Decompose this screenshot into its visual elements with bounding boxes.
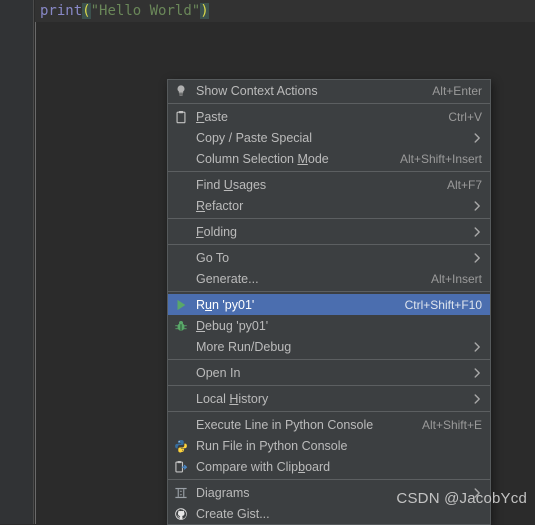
run-play-icon — [168, 294, 194, 315]
menu-separator — [168, 385, 490, 386]
menu-item-label: Debug 'py01' — [196, 318, 269, 333]
code-line[interactable]: print("Hello World") — [40, 1, 209, 21]
menu-item[interactable]: Generate... Alt+Insert — [168, 268, 490, 289]
menu-item-label: Show Context Actions — [196, 83, 318, 98]
menu-item-shortcut: Alt+Shift+Insert — [399, 151, 482, 166]
code-token-paren: ) — [200, 3, 209, 19]
menu-item-label: Go To — [196, 250, 230, 265]
menu-item-label: Run File in Python Console — [196, 438, 348, 453]
no-icon — [168, 127, 194, 148]
menu-item-label: Refactor — [196, 198, 244, 213]
menu-item-label: Run 'py01' — [196, 297, 255, 312]
menu-item[interactable]: Copy / Paste Special — [168, 127, 490, 148]
code-token-quote: " — [90, 3, 100, 19]
menu-item-shortcut: Alt+Enter — [432, 83, 482, 98]
menu-item[interactable]: Diagrams — [168, 482, 490, 503]
menu-separator — [168, 244, 490, 245]
chevron-right-icon — [473, 132, 482, 143]
no-icon — [168, 336, 194, 357]
menu-item[interactable]: Create Gist... — [168, 503, 490, 524]
chevron-right-icon — [473, 226, 482, 237]
no-icon — [168, 221, 194, 242]
menu-item-label: Copy / Paste Special — [196, 130, 313, 145]
no-icon — [168, 174, 194, 195]
menu-item-shortcut: Alt+Insert — [430, 271, 482, 286]
menu-item[interactable]: Go To — [168, 247, 490, 268]
no-icon — [168, 388, 194, 409]
menu-item-label: Compare with Clipboard — [196, 459, 331, 474]
menu-item-label: Open In — [196, 365, 241, 380]
lightbulb-icon — [168, 80, 194, 101]
menu-item-label: Find Usages — [196, 177, 267, 192]
menu-item[interactable]: Column Selection Mode Alt+Shift+Insert — [168, 148, 490, 169]
menu-item[interactable]: Run 'py01' Ctrl+Shift+F10 — [168, 294, 490, 315]
no-icon — [168, 362, 194, 383]
menu-separator — [168, 479, 490, 480]
menu-item-shortcut: Ctrl+V — [448, 109, 482, 124]
editor-gutter[interactable] — [0, 0, 34, 524]
code-token-function: print — [40, 3, 83, 19]
no-icon — [168, 414, 194, 435]
chevron-right-icon — [473, 341, 482, 352]
menu-item[interactable]: More Run/Debug — [168, 336, 490, 357]
menu-item[interactable]: Open In — [168, 362, 490, 383]
menu-item[interactable]: Debug 'py01' — [168, 315, 490, 336]
menu-separator — [168, 411, 490, 412]
menu-item-label: Diagrams — [196, 485, 250, 500]
menu-item-label: Folding — [196, 224, 238, 239]
menu-item-label: Column Selection Mode — [196, 151, 329, 166]
clipboard-paste-icon — [168, 106, 194, 127]
editor-context-menu[interactable]: Show Context Actions Alt+Enter Paste Ctrl+V… — [167, 79, 491, 525]
code-token-string: Hello World — [99, 3, 192, 19]
no-icon — [168, 268, 194, 289]
chevron-right-icon — [473, 252, 482, 263]
diagram-icon — [168, 482, 194, 503]
menu-item-label: Local History — [196, 391, 269, 406]
menu-item-shortcut: Alt+Shift+E — [421, 417, 482, 432]
menu-item[interactable]: Execute Line in Python Console Alt+Shift+… — [168, 414, 490, 435]
python-logo-icon — [168, 435, 194, 456]
github-icon — [168, 503, 194, 524]
chevron-right-icon — [473, 367, 482, 378]
chevron-right-icon — [473, 200, 482, 211]
no-icon — [168, 195, 194, 216]
chevron-right-icon — [473, 487, 482, 498]
menu-item[interactable]: Compare with Clipboard — [168, 456, 490, 477]
no-icon — [168, 148, 194, 169]
code-token-quote: " — [191, 3, 201, 19]
menu-separator — [168, 171, 490, 172]
menu-item[interactable]: Folding — [168, 221, 490, 242]
menu-item[interactable]: Paste Ctrl+V — [168, 106, 490, 127]
menu-separator — [168, 218, 490, 219]
menu-item[interactable]: Show Context Actions Alt+Enter — [168, 80, 490, 101]
menu-item[interactable]: Find Usages Alt+F7 — [168, 174, 490, 195]
menu-separator — [168, 103, 490, 104]
menu-item-label: Create Gist... — [196, 506, 270, 521]
chevron-right-icon — [473, 393, 482, 404]
menu-item-label: More Run/Debug — [196, 339, 292, 354]
editor-vertical-rule — [35, 22, 36, 524]
menu-separator — [168, 291, 490, 292]
menu-item-label: Generate... — [196, 271, 259, 286]
code-token-paren: ( — [82, 3, 91, 19]
menu-item-shortcut: Ctrl+Shift+F10 — [404, 297, 482, 312]
menu-item[interactable]: Local History — [168, 388, 490, 409]
menu-item[interactable]: Run File in Python Console — [168, 435, 490, 456]
menu-item-label: Execute Line in Python Console — [196, 417, 374, 432]
menu-item-label: Paste — [196, 109, 228, 124]
debug-bug-icon — [168, 315, 194, 336]
menu-item[interactable]: Refactor — [168, 195, 490, 216]
no-icon — [168, 247, 194, 268]
menu-separator — [168, 359, 490, 360]
compare-clipboard-icon — [168, 456, 194, 477]
menu-item-shortcut: Alt+F7 — [446, 177, 482, 192]
